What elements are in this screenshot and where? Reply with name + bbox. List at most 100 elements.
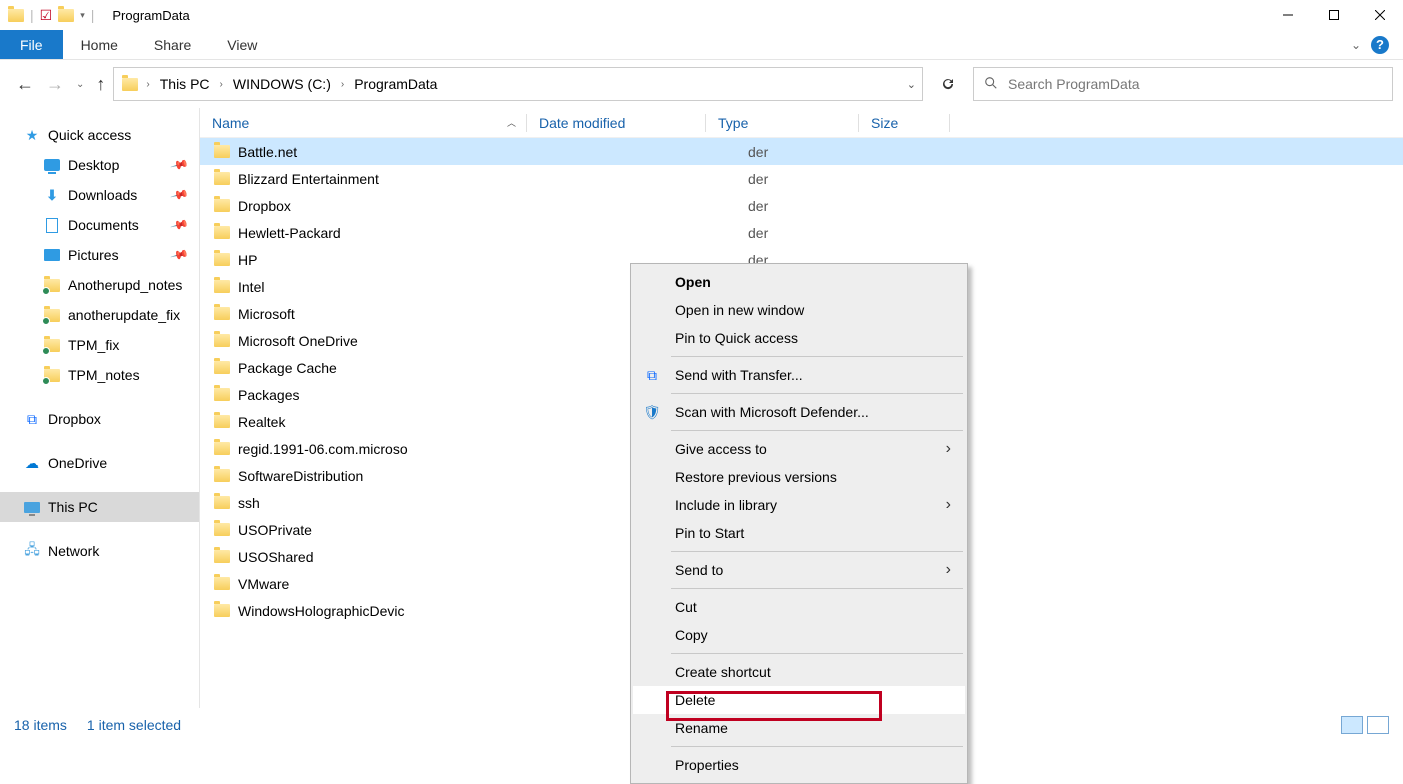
chevron-right-icon[interactable]: › [337,79,348,90]
qat-folder-icon[interactable] [58,7,74,23]
ctx-item-label: Include in library [675,497,777,513]
chevron-right-icon[interactable]: › [142,79,153,90]
sidebar-item-label: Network [48,543,99,559]
forward-button[interactable]: → [46,74,64,95]
close-button[interactable] [1357,0,1403,30]
ctx-scan-defender[interactable]: 🛡 Scan with Microsoft Defender... [633,398,965,426]
sidebar-quick-access[interactable]: ★ Quick access [0,120,199,150]
sidebar-item-label: Pictures [68,247,119,263]
view-details-button[interactable] [1341,716,1363,734]
ctx-give-access-to[interactable]: Give access to › [633,435,965,463]
ctx-delete[interactable]: Delete [633,686,965,714]
sidebar-onedrive[interactable]: ☁ OneDrive [0,448,199,478]
sidebar-item-label: This PC [48,499,98,515]
ctx-item-label: Give access to [675,441,767,457]
file-row[interactable]: Blizzard Entertainmentder [200,165,1403,192]
column-name[interactable]: Name ︿ [200,115,526,131]
file-row[interactable]: Dropboxder [200,192,1403,219]
ctx-open[interactable]: Open [633,268,965,296]
breadcrumb[interactable]: This PC [158,74,212,94]
folder-icon [44,367,60,383]
search-input[interactable] [1008,76,1382,92]
file-tab[interactable]: File [0,30,63,59]
network-icon: 🖧 [24,543,40,559]
file-name: USOPrivate [238,522,312,538]
file-name: Hewlett-Packard [238,225,341,241]
help-icon[interactable]: ? [1371,36,1389,54]
file-row[interactable]: Battle.netder [200,138,1403,165]
history-dropdown-icon[interactable]: ⌄ [76,79,84,90]
downloads-icon: ⬇ [44,187,60,203]
column-headers: Name ︿ Date modified Type Size [200,108,1403,138]
ctx-copy[interactable]: Copy [633,621,965,649]
tab-home[interactable]: Home [63,30,136,59]
sidebar-item-documents[interactable]: Documents 📌 [0,210,199,240]
folder-icon [214,144,230,160]
sidebar-item-folder[interactable]: TPM_notes [0,360,199,390]
ctx-item-label: Scan with Microsoft Defender... [675,404,869,420]
qat-check-icon[interactable]: ☑ [40,7,53,24]
address-dropdown-icon[interactable]: ⌄ [907,78,916,91]
tab-share[interactable]: Share [136,30,209,59]
up-button[interactable]: ↑ [96,74,105,95]
sidebar-item-desktop[interactable]: Desktop 📌 [0,150,199,180]
qat-divider: | [30,7,34,23]
sidebar-item-pictures[interactable]: Pictures 📌 [0,240,199,270]
ctx-include-in-library[interactable]: Include in library › [633,491,965,519]
ctx-item-label: Send to [675,562,723,578]
folder-icon [214,225,230,241]
ctx-properties[interactable]: Properties [633,751,965,779]
ctx-item-label: Send with Transfer... [675,367,803,383]
ctx-send-with-transfer[interactable]: ⧉ Send with Transfer... [633,361,965,389]
back-button[interactable]: ← [16,74,34,95]
minimize-button[interactable] [1265,0,1311,30]
breadcrumb[interactable]: ProgramData [352,74,439,94]
folder-icon [214,549,230,565]
breadcrumb[interactable]: WINDOWS (C:) [231,74,333,94]
view-thumbnails-button[interactable] [1367,716,1389,734]
sidebar-item-label: OneDrive [48,455,107,471]
ctx-send-to[interactable]: Send to › [633,556,965,584]
column-date-modified[interactable]: Date modified [527,115,705,131]
file-name: Realtek [238,414,285,430]
address-bar[interactable]: › This PC › WINDOWS (C:) › ProgramData ⌄ [113,67,923,101]
file-row[interactable]: Hewlett-Packardder [200,219,1403,246]
shield-icon: 🛡 [643,403,661,421]
context-menu: Open Open in new window Pin to Quick acc… [630,263,968,784]
sort-indicator-icon: ︿ [507,116,516,129]
search-box[interactable] [973,67,1393,101]
submenu-arrow-icon: › [946,496,951,514]
ctx-cut[interactable]: Cut [633,593,965,621]
column-size[interactable]: Size [859,115,949,131]
folder-icon [8,7,24,23]
chevron-right-icon[interactable]: › [216,79,227,90]
column-type[interactable]: Type [706,115,858,131]
ctx-pin-to-start[interactable]: Pin to Start [633,519,965,547]
ctx-pin-quick-access[interactable]: Pin to Quick access [633,324,965,352]
ctx-create-shortcut[interactable]: Create shortcut [633,658,965,686]
tab-view[interactable]: View [209,30,275,59]
sidebar-item-folder[interactable]: anotherupdate_fix [0,300,199,330]
sidebar-dropbox[interactable]: ⧉ Dropbox [0,404,199,434]
sidebar-item-folder[interactable]: Anotherupd_notes [0,270,199,300]
ribbon-expand-icon[interactable]: ⌄ [1351,38,1361,52]
ribbon-tabs: File Home Share View ⌄ ? [0,30,1403,60]
sidebar-this-pc[interactable]: This PC [0,492,199,522]
maximize-button[interactable] [1311,0,1357,30]
file-name: HP [238,252,257,268]
ctx-open-new-window[interactable]: Open in new window [633,296,965,324]
folder-icon [214,576,230,592]
folder-icon [44,337,60,353]
sidebar-item-label: Downloads [68,187,137,203]
ctx-restore-versions[interactable]: Restore previous versions [633,463,965,491]
folder-icon [214,333,230,349]
file-type: der [704,144,856,160]
file-name: Packages [238,387,299,403]
sidebar-network[interactable]: 🖧 Network [0,536,199,566]
sidebar-item-label: Documents [68,217,139,233]
qat-dropdown-icon[interactable]: ▾ [80,10,85,21]
folder-icon [214,495,230,511]
sidebar-item-downloads[interactable]: ⬇ Downloads 📌 [0,180,199,210]
refresh-button[interactable] [931,67,965,101]
sidebar-item-folder[interactable]: TPM_fix [0,330,199,360]
